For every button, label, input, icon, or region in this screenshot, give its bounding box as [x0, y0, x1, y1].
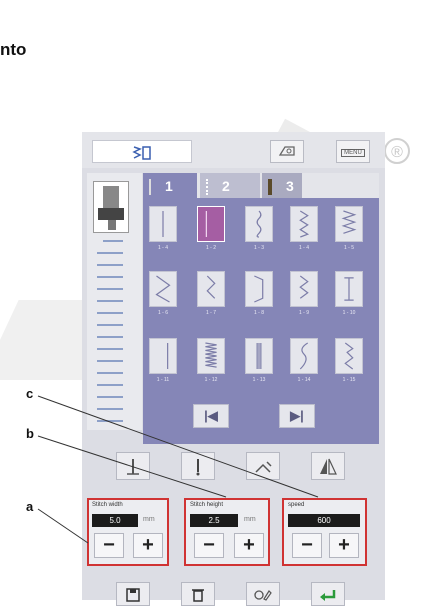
callout-b: b: [26, 426, 34, 441]
callout-c: c: [26, 386, 34, 401]
callout-a: a: [26, 499, 34, 514]
callout-lines: [37, 395, 319, 544]
